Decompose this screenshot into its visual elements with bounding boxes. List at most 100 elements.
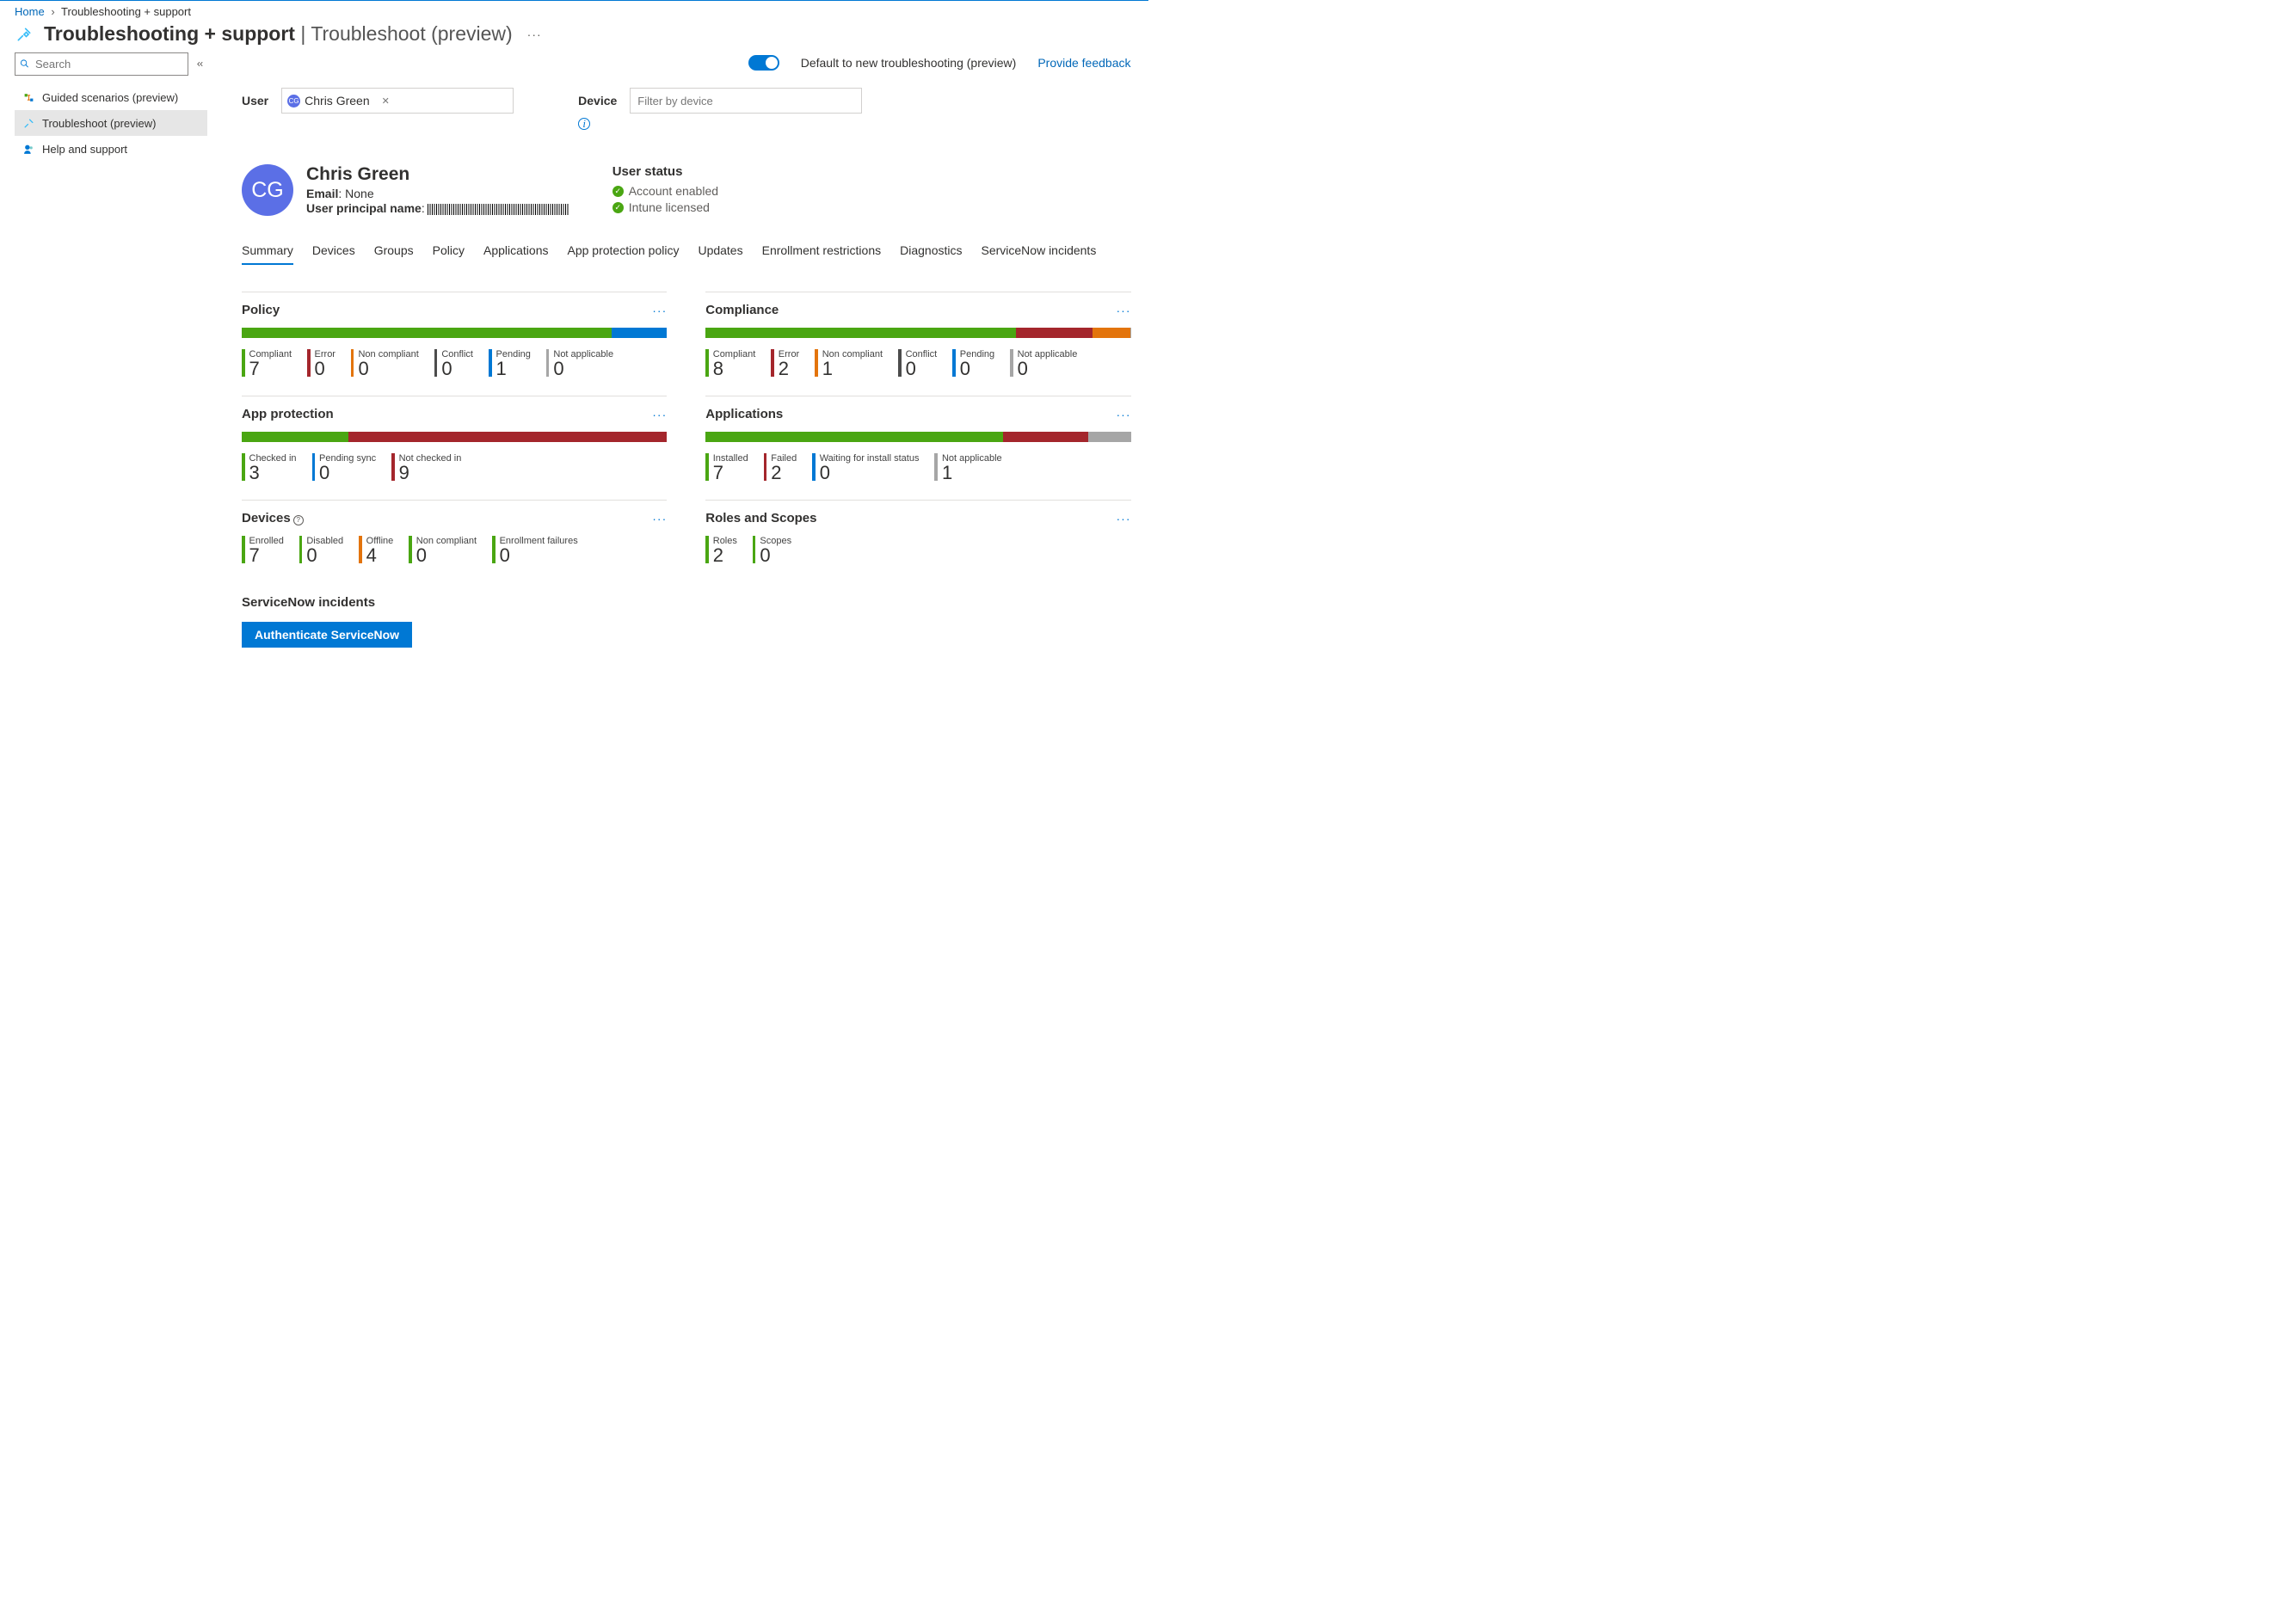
stats-row: Installed7Failed2Waiting for install sta… [705, 453, 1130, 482]
stats-row: Compliant8Error2Non compliant1Conflict0P… [705, 349, 1130, 378]
stat-value: 0 [960, 359, 994, 378]
tab-enrollment-restrictions[interactable]: Enrollment restrictions [762, 239, 882, 265]
tab-app-protection-policy[interactable]: App protection policy [567, 239, 679, 265]
stat-indicator [952, 349, 956, 377]
tabs: Summary Devices Groups Policy Applications Ap… [242, 239, 1131, 266]
user-name: Chris Green [306, 164, 569, 185]
info-icon[interactable]: ? [293, 515, 304, 525]
tab-devices[interactable]: Devices [312, 239, 355, 265]
card-more-button[interactable]: ··· [652, 512, 667, 525]
stat-error: Error0 [307, 349, 335, 378]
card-app-protection: App protection···Checked in3Pending sync… [242, 396, 667, 482]
tab-updates[interactable]: Updates [698, 239, 742, 265]
card-title: Policy [242, 303, 280, 317]
stat-value: 2 [771, 464, 797, 482]
sidebar-item-troubleshoot[interactable]: Troubleshoot (preview) [15, 110, 207, 136]
sidebar-item-label: Help and support [42, 143, 127, 156]
stat-value: 0 [358, 359, 418, 378]
card-title: Applications [705, 407, 783, 421]
sidebar-item-help-support[interactable]: Help and support [15, 136, 207, 162]
breadcrumb-home[interactable]: Home [15, 5, 45, 18]
sidebar-item-label: Guided scenarios (preview) [42, 91, 178, 104]
tab-policy[interactable]: Policy [433, 239, 465, 265]
card-more-button[interactable]: ··· [1117, 304, 1131, 317]
stat-indicator [753, 536, 756, 563]
tab-applications[interactable]: Applications [483, 239, 549, 265]
stat-indicator [299, 536, 303, 563]
stat-indicator [815, 349, 818, 377]
troubleshoot-icon [15, 25, 34, 44]
bar-segment [1093, 328, 1130, 338]
device-info-icon[interactable]: i [578, 118, 590, 130]
card-policy: Policy···Compliant7Error0Non compliant0C… [242, 292, 667, 378]
card-more-button[interactable]: ··· [1117, 408, 1131, 421]
user-upn-row: User principal name: [306, 201, 569, 215]
stat-roles: Roles2 [705, 536, 737, 565]
stat-indicator [312, 453, 316, 481]
stat-value: 0 [306, 546, 343, 565]
stat-indicator [812, 453, 816, 481]
sidebar-search-input[interactable] [15, 52, 188, 76]
default-new-troubleshooting-toggle[interactable] [748, 55, 779, 71]
tab-summary[interactable]: Summary [242, 239, 293, 265]
user-summary-card: CG Chris Green Email: None User principa… [242, 164, 1131, 217]
stat-value: 0 [1018, 359, 1078, 378]
status-bar [242, 432, 667, 442]
main-content: Default to new troubleshooting (preview)… [207, 52, 1148, 665]
top-actions: Default to new troubleshooting (preview)… [242, 52, 1131, 88]
stat-value: 0 [820, 464, 920, 482]
tab-diagnostics[interactable]: Diagnostics [900, 239, 962, 265]
stat-indicator [771, 349, 774, 377]
user-filter-label: User [242, 94, 268, 108]
stat-indicator [492, 536, 496, 563]
authenticate-servicenow-button[interactable]: Authenticate ServiceNow [242, 622, 412, 648]
bar-segment [1016, 328, 1093, 338]
stat-value: 0 [319, 464, 376, 482]
header-more-button[interactable]: ··· [527, 28, 542, 41]
stat-pending-sync: Pending sync0 [312, 453, 377, 482]
collapse-sidebar-button[interactable] [193, 57, 207, 71]
card-more-button[interactable]: ··· [1117, 512, 1131, 525]
stat-not-applicable: Not applicable0 [546, 349, 613, 378]
stat-value: 9 [399, 464, 462, 482]
tab-groups[interactable]: Groups [374, 239, 414, 265]
card-more-button[interactable]: ··· [652, 408, 667, 421]
sidebar: Guided scenarios (preview) Troubleshoot … [0, 52, 207, 162]
stat-indicator [546, 349, 550, 377]
device-filter-input[interactable] [630, 88, 862, 114]
sidebar-nav: Guided scenarios (preview) Troubleshoot … [15, 76, 207, 162]
stat-indicator [242, 536, 245, 563]
stat-indicator [898, 349, 902, 377]
card-title: Devices? [242, 511, 304, 525]
stat-compliant: Compliant7 [242, 349, 292, 378]
card-title: Roles and Scopes [705, 511, 816, 525]
sidebar-search[interactable] [15, 52, 188, 76]
user-chip-avatar: CG [287, 95, 300, 108]
stat-enrollment-failures: Enrollment failures0 [492, 536, 578, 565]
bar-segment [612, 328, 667, 338]
upn-redacted [428, 204, 569, 215]
bar-segment [242, 328, 612, 338]
status-bar [705, 432, 1130, 442]
card-title: App protection [242, 407, 334, 421]
provide-feedback-link[interactable]: Provide feedback [1037, 56, 1130, 70]
card-more-button[interactable]: ··· [652, 304, 667, 317]
clear-user-chip[interactable]: ✕ [382, 95, 390, 107]
stat-pending: Pending0 [952, 349, 994, 378]
stat-indicator [391, 453, 395, 481]
status-bar [705, 328, 1130, 338]
bar-segment [705, 432, 1003, 442]
stat-offline: Offline4 [359, 536, 393, 565]
breadcrumb: Home › Troubleshooting + support [0, 1, 1148, 20]
stat-failed: Failed2 [764, 453, 797, 482]
incidents-title: ServiceNow incidents [242, 595, 1131, 610]
stat-value: 0 [315, 359, 335, 378]
sidebar-item-guided-scenarios[interactable]: Guided scenarios (preview) [15, 84, 207, 110]
stats-row: Roles2Scopes0 [705, 536, 1130, 565]
stat-conflict: Conflict0 [898, 349, 937, 378]
bar-segment [705, 328, 1016, 338]
stat-indicator [409, 536, 412, 563]
tab-servicenow-incidents[interactable]: ServiceNow incidents [981, 239, 1096, 265]
device-filter-label: Device [578, 94, 617, 108]
user-filter-input[interactable]: CG Chris Green ✕ [281, 88, 514, 114]
